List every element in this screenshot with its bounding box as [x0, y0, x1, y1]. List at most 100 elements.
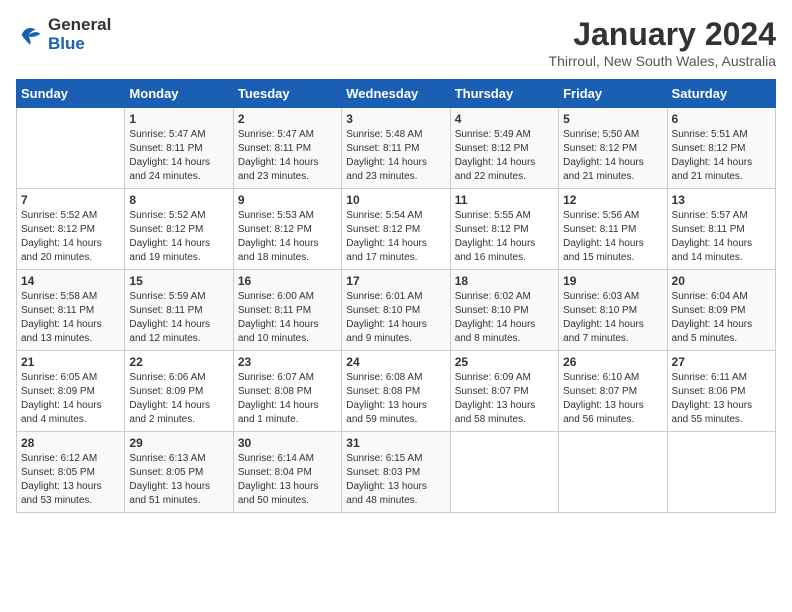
day-info: Sunrise: 5:58 AM Sunset: 8:11 PM Dayligh…	[21, 290, 120, 346]
calendar-cell: 15Sunrise: 5:59 AM Sunset: 8:11 PM Dayli…	[125, 270, 233, 351]
day-number: 3	[346, 112, 445, 126]
calendar-cell	[17, 108, 125, 189]
day-number: 31	[346, 436, 445, 450]
day-info: Sunrise: 6:14 AM Sunset: 8:04 PM Dayligh…	[238, 452, 337, 508]
day-number: 9	[238, 193, 337, 207]
day-info: Sunrise: 5:48 AM Sunset: 8:11 PM Dayligh…	[346, 128, 445, 184]
day-info: Sunrise: 6:08 AM Sunset: 8:08 PM Dayligh…	[346, 371, 445, 427]
day-info: Sunrise: 5:54 AM Sunset: 8:12 PM Dayligh…	[346, 209, 445, 265]
day-info: Sunrise: 5:52 AM Sunset: 8:12 PM Dayligh…	[129, 209, 228, 265]
calendar-cell: 26 Sunrise: 6:10 AM Sunset: 8:07 PM Dayli…	[559, 351, 667, 432]
day-info: Sunrise: 6:10 AM Sunset: 8:07 PM Dayligh…	[563, 371, 662, 427]
day-info: Sunrise: 6:09 AM Sunset: 8:07 PM Dayligh…	[455, 371, 554, 427]
calendar-cell: 3 Sunrise: 5:48 AM Sunset: 8:11 PM Daylig…	[342, 108, 450, 189]
day-info: Sunrise: 5:52 AM Sunset: 8:12 PM Dayligh…	[21, 209, 120, 265]
day-number: 15	[129, 274, 228, 288]
calendar-cell: 8Sunrise: 5:52 AM Sunset: 8:12 PM Daylig…	[125, 189, 233, 270]
calendar-cell: 27 Sunrise: 6:11 AM Sunset: 8:06 PM Dayli…	[667, 351, 775, 432]
calendar-cell: 1Sunrise: 5:47 AM Sunset: 8:11 PM Daylig…	[125, 108, 233, 189]
day-number: 29	[129, 436, 228, 450]
col-header-thursday: Thursday	[450, 80, 558, 108]
calendar-cell: 19 Sunrise: 6:03 AM Sunset: 8:10 PM Dayli…	[559, 270, 667, 351]
day-info: Sunrise: 6:00 AM Sunset: 8:11 PM Dayligh…	[238, 290, 337, 346]
calendar-week-row: 14 Sunrise: 5:58 AM Sunset: 8:11 PM Dayli…	[17, 270, 776, 351]
day-number: 18	[455, 274, 554, 288]
day-info: Sunrise: 5:57 AM Sunset: 8:11 PM Dayligh…	[672, 209, 771, 265]
day-number: 23	[238, 355, 337, 369]
logo: General Blue	[16, 16, 111, 53]
calendar-cell: 16 Sunrise: 6:00 AM Sunset: 8:11 PM Dayli…	[233, 270, 341, 351]
col-header-tuesday: Tuesday	[233, 80, 341, 108]
calendar-cell: 29Sunrise: 6:13 AM Sunset: 8:05 PM Dayli…	[125, 432, 233, 513]
calendar-cell: 5Sunrise: 5:50 AM Sunset: 8:12 PM Daylig…	[559, 108, 667, 189]
calendar-table: SundayMondayTuesdayWednesdayThursdayFrid…	[16, 79, 776, 513]
calendar-cell: 23 Sunrise: 6:07 AM Sunset: 8:08 PM Dayli…	[233, 351, 341, 432]
calendar-week-row: 7 Sunrise: 5:52 AM Sunset: 8:12 PM Daylig…	[17, 189, 776, 270]
calendar-cell: 13 Sunrise: 5:57 AM Sunset: 8:11 PM Dayli…	[667, 189, 775, 270]
day-number: 20	[672, 274, 771, 288]
day-info: Sunrise: 6:07 AM Sunset: 8:08 PM Dayligh…	[238, 371, 337, 427]
calendar-cell: 24 Sunrise: 6:08 AM Sunset: 8:08 PM Dayli…	[342, 351, 450, 432]
calendar-cell	[450, 432, 558, 513]
calendar-cell	[559, 432, 667, 513]
day-number: 21	[21, 355, 120, 369]
day-info: Sunrise: 6:02 AM Sunset: 8:10 PM Dayligh…	[455, 290, 554, 346]
calendar-cell: 18 Sunrise: 6:02 AM Sunset: 8:10 PM Dayli…	[450, 270, 558, 351]
day-number: 24	[346, 355, 445, 369]
calendar-cell: 4 Sunrise: 5:49 AM Sunset: 8:12 PM Daylig…	[450, 108, 558, 189]
calendar-cell: 25 Sunrise: 6:09 AM Sunset: 8:07 PM Dayli…	[450, 351, 558, 432]
calendar-cell: 30 Sunrise: 6:14 AM Sunset: 8:04 PM Dayli…	[233, 432, 341, 513]
day-info: Sunrise: 6:15 AM Sunset: 8:03 PM Dayligh…	[346, 452, 445, 508]
day-info: Sunrise: 5:55 AM Sunset: 8:12 PM Dayligh…	[455, 209, 554, 265]
day-number: 7	[21, 193, 120, 207]
day-info: Sunrise: 5:49 AM Sunset: 8:12 PM Dayligh…	[455, 128, 554, 184]
day-info: Sunrise: 6:03 AM Sunset: 8:10 PM Dayligh…	[563, 290, 662, 346]
day-info: Sunrise: 5:47 AM Sunset: 8:11 PM Dayligh…	[129, 128, 228, 184]
day-info: Sunrise: 6:05 AM Sunset: 8:09 PM Dayligh…	[21, 371, 120, 427]
day-info: Sunrise: 5:56 AM Sunset: 8:11 PM Dayligh…	[563, 209, 662, 265]
day-info: Sunrise: 5:47 AM Sunset: 8:11 PM Dayligh…	[238, 128, 337, 184]
day-number: 17	[346, 274, 445, 288]
calendar-cell: 20 Sunrise: 6:04 AM Sunset: 8:09 PM Dayli…	[667, 270, 775, 351]
day-info: Sunrise: 6:12 AM Sunset: 8:05 PM Dayligh…	[21, 452, 120, 508]
day-number: 30	[238, 436, 337, 450]
calendar-cell: 28 Sunrise: 6:12 AM Sunset: 8:05 PM Dayli…	[17, 432, 125, 513]
calendar-cell: 17 Sunrise: 6:01 AM Sunset: 8:10 PM Dayli…	[342, 270, 450, 351]
day-number: 27	[672, 355, 771, 369]
day-info: Sunrise: 6:11 AM Sunset: 8:06 PM Dayligh…	[672, 371, 771, 427]
calendar-cell: 10Sunrise: 5:54 AM Sunset: 8:12 PM Dayli…	[342, 189, 450, 270]
day-number: 28	[21, 436, 120, 450]
col-header-saturday: Saturday	[667, 80, 775, 108]
day-info: Sunrise: 5:53 AM Sunset: 8:12 PM Dayligh…	[238, 209, 337, 265]
calendar-cell: 14 Sunrise: 5:58 AM Sunset: 8:11 PM Dayli…	[17, 270, 125, 351]
logo-bird-icon	[16, 21, 44, 49]
day-number: 26	[563, 355, 662, 369]
calendar-cell: 11 Sunrise: 5:55 AM Sunset: 8:12 PM Dayli…	[450, 189, 558, 270]
calendar-cell	[667, 432, 775, 513]
day-info: Sunrise: 6:04 AM Sunset: 8:09 PM Dayligh…	[672, 290, 771, 346]
day-number: 5	[563, 112, 662, 126]
day-info: Sunrise: 6:01 AM Sunset: 8:10 PM Dayligh…	[346, 290, 445, 346]
calendar-cell: 7 Sunrise: 5:52 AM Sunset: 8:12 PM Daylig…	[17, 189, 125, 270]
day-number: 4	[455, 112, 554, 126]
day-number: 19	[563, 274, 662, 288]
calendar-cell: 9 Sunrise: 5:53 AM Sunset: 8:12 PM Daylig…	[233, 189, 341, 270]
day-number: 14	[21, 274, 120, 288]
col-header-friday: Friday	[559, 80, 667, 108]
day-number: 25	[455, 355, 554, 369]
col-header-monday: Monday	[125, 80, 233, 108]
col-header-sunday: Sunday	[17, 80, 125, 108]
day-number: 11	[455, 193, 554, 207]
calendar-cell: 31 Sunrise: 6:15 AM Sunset: 8:03 PM Dayli…	[342, 432, 450, 513]
calendar-cell: 2Sunrise: 5:47 AM Sunset: 8:11 PM Daylig…	[233, 108, 341, 189]
location-subtitle: Thirroul, New South Wales, Australia	[549, 53, 776, 69]
calendar-cell: 22 Sunrise: 6:06 AM Sunset: 8:09 PM Dayli…	[125, 351, 233, 432]
calendar-week-row: 1Sunrise: 5:47 AM Sunset: 8:11 PM Daylig…	[17, 108, 776, 189]
day-number: 16	[238, 274, 337, 288]
day-number: 22	[129, 355, 228, 369]
calendar-cell: 12Sunrise: 5:56 AM Sunset: 8:11 PM Dayli…	[559, 189, 667, 270]
day-info: Sunrise: 6:06 AM Sunset: 8:09 PM Dayligh…	[129, 371, 228, 427]
day-info: Sunrise: 5:51 AM Sunset: 8:12 PM Dayligh…	[672, 128, 771, 184]
day-number: 13	[672, 193, 771, 207]
calendar-week-row: 21 Sunrise: 6:05 AM Sunset: 8:09 PM Dayli…	[17, 351, 776, 432]
